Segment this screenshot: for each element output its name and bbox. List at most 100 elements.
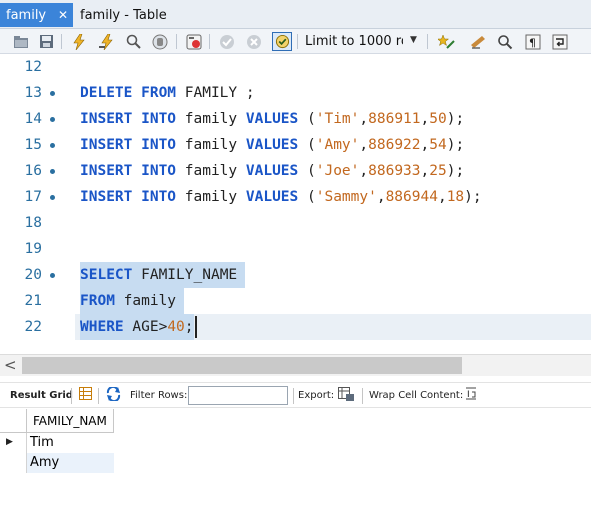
- export-icon[interactable]: [338, 387, 355, 406]
- code-token: 886922: [368, 137, 421, 153]
- execute-icon[interactable]: [69, 32, 89, 51]
- code-token: 40: [167, 319, 185, 335]
- export-label: Export:: [298, 390, 335, 401]
- line-number: 18: [24, 215, 42, 231]
- code-token: SELECT: [80, 267, 133, 283]
- editor-line[interactable]: 18: [0, 210, 591, 236]
- code-token: ,: [420, 163, 430, 179]
- tab-family[interactable]: family ✕: [0, 3, 73, 27]
- sql-toolbar: Limit to 1000 ro ▼ ¶: [0, 29, 591, 54]
- autocommit-icon[interactable]: [272, 32, 292, 51]
- stop-icon[interactable]: [150, 32, 170, 51]
- code-token: family: [176, 163, 246, 179]
- code-text: INSERT INTO family VALUES ('Joe',886933,…: [80, 158, 464, 184]
- limit-rows-select[interactable]: Limit to 1000 ro: [305, 33, 403, 50]
- line-number: 17: [24, 189, 42, 205]
- filter-rows-input[interactable]: [188, 386, 288, 405]
- code-token: );: [464, 189, 482, 205]
- table-row[interactable]: Tim: [26, 433, 114, 453]
- code-token: );: [446, 111, 465, 127]
- code-token: 18: [446, 189, 465, 205]
- editor-line[interactable]: 17 INSERT INTO family VALUES ('Sammy',886…: [0, 184, 591, 210]
- commit-icon[interactable]: [217, 32, 237, 51]
- column-header-family-name[interactable]: FAMILY_NAM: [26, 409, 114, 433]
- editor-line[interactable]: 20 SELECT FAMILY_NAME: [0, 262, 591, 288]
- code-token: WHERE: [80, 319, 124, 335]
- statement-marker-icon: [50, 143, 55, 148]
- table-row[interactable]: Amy: [26, 453, 114, 473]
- save-icon[interactable]: [36, 32, 56, 51]
- code-token: INSERT INTO: [80, 137, 177, 153]
- svg-text:¶: ¶: [529, 36, 536, 49]
- code-token: 'Amy': [315, 137, 360, 153]
- search-icon[interactable]: [495, 32, 515, 51]
- code-token: VALUES: [245, 163, 299, 179]
- code-token: FAMILY_NAME: [132, 267, 238, 283]
- wrap-cell-label: Wrap Cell Content:: [369, 390, 464, 401]
- code-token: ,: [420, 111, 430, 127]
- statement-marker-icon: [50, 273, 55, 278]
- grid-corner: [0, 409, 26, 433]
- open-folder-icon[interactable]: [11, 32, 31, 51]
- wrap-cell-icon[interactable]: I: [465, 387, 477, 404]
- code-token: FAMILY ;: [176, 85, 255, 101]
- code-token: ,: [359, 111, 369, 127]
- code-text: INSERT INTO family VALUES ('Sammy',88694…: [80, 184, 482, 210]
- code-token: FROM: [80, 293, 115, 309]
- editor-line[interactable]: 13 DELETE FROM FAMILY ;: [0, 80, 591, 106]
- code-token: family: [176, 111, 246, 127]
- sql-editor[interactable]: 12 13 DELETE FROM FAMILY ; 14 INSERT INTO fa…: [0, 54, 591, 351]
- code-token: ,: [359, 163, 369, 179]
- code-token: ,: [420, 137, 430, 153]
- rollback-icon[interactable]: [244, 32, 264, 51]
- horizontal-scrollbar[interactable]: <: [0, 354, 591, 376]
- code-token: (: [298, 111, 316, 127]
- toggle-error-icon[interactable]: [184, 32, 204, 51]
- code-token: family: [114, 293, 177, 309]
- line-number: 21: [24, 293, 42, 309]
- code-token: (: [298, 137, 316, 153]
- wrap-icon[interactable]: [550, 32, 570, 51]
- scroll-left-icon[interactable]: <: [4, 356, 17, 374]
- tab-family-table[interactable]: family - Table: [74, 3, 204, 27]
- code-token: 50: [429, 111, 447, 127]
- result-grid[interactable]: FAMILY_NAM ▶ Tim Amy: [0, 409, 591, 510]
- text-cursor: [195, 316, 197, 338]
- refresh-icon[interactable]: [106, 385, 121, 405]
- code-token: );: [446, 137, 465, 153]
- line-number: 19: [24, 241, 42, 257]
- code-token: 54: [429, 137, 447, 153]
- code-text: DELETE FROM FAMILY ;: [80, 80, 255, 106]
- explain-icon[interactable]: [124, 32, 144, 51]
- grid-icon[interactable]: [79, 387, 92, 404]
- beautify-icon[interactable]: [436, 32, 456, 51]
- code-text: INSERT INTO family VALUES ('Amy',886922,…: [80, 132, 464, 158]
- editor-line[interactable]: 14 INSERT INTO family VALUES ('Tim',88691…: [0, 106, 591, 132]
- scrollbar-thumb[interactable]: [22, 357, 462, 374]
- result-grid-tab[interactable]: Result Grid: [10, 390, 73, 401]
- editor-line[interactable]: 16 INSERT INTO family VALUES ('Joe',88693…: [0, 158, 591, 184]
- line-number: 22: [24, 319, 42, 335]
- close-icon[interactable]: ✕: [58, 8, 68, 22]
- invisible-chars-icon[interactable]: ¶: [523, 32, 543, 51]
- line-number: 20: [24, 267, 42, 283]
- bookmark-icon[interactable]: [468, 32, 488, 51]
- line-number: 14: [24, 111, 42, 127]
- chevron-down-icon[interactable]: ▼: [410, 35, 417, 45]
- editor-line[interactable]: 15 INSERT INTO family VALUES ('Amy',88692…: [0, 132, 591, 158]
- code-token: (: [298, 189, 316, 205]
- line-number: 16: [24, 163, 42, 179]
- code-text: INSERT INTO family VALUES ('Tim',886911,…: [80, 106, 464, 132]
- line-number: 13: [24, 85, 42, 101]
- code-token: (: [298, 163, 316, 179]
- code-token: VALUES: [245, 189, 299, 205]
- editor-line[interactable]: 12: [0, 54, 591, 80]
- editor-line[interactable]: 22 WHERE AGE>40;: [0, 314, 591, 340]
- execute-current-icon[interactable]: [97, 32, 117, 51]
- code-token: INSERT INTO: [80, 189, 177, 205]
- editor-line[interactable]: 21 FROM family: [0, 288, 591, 314]
- statement-marker-icon: [50, 91, 55, 96]
- code-token: ;: [184, 319, 194, 335]
- editor-line[interactable]: 19: [0, 236, 591, 262]
- code-text: WHERE AGE>40;: [80, 314, 194, 340]
